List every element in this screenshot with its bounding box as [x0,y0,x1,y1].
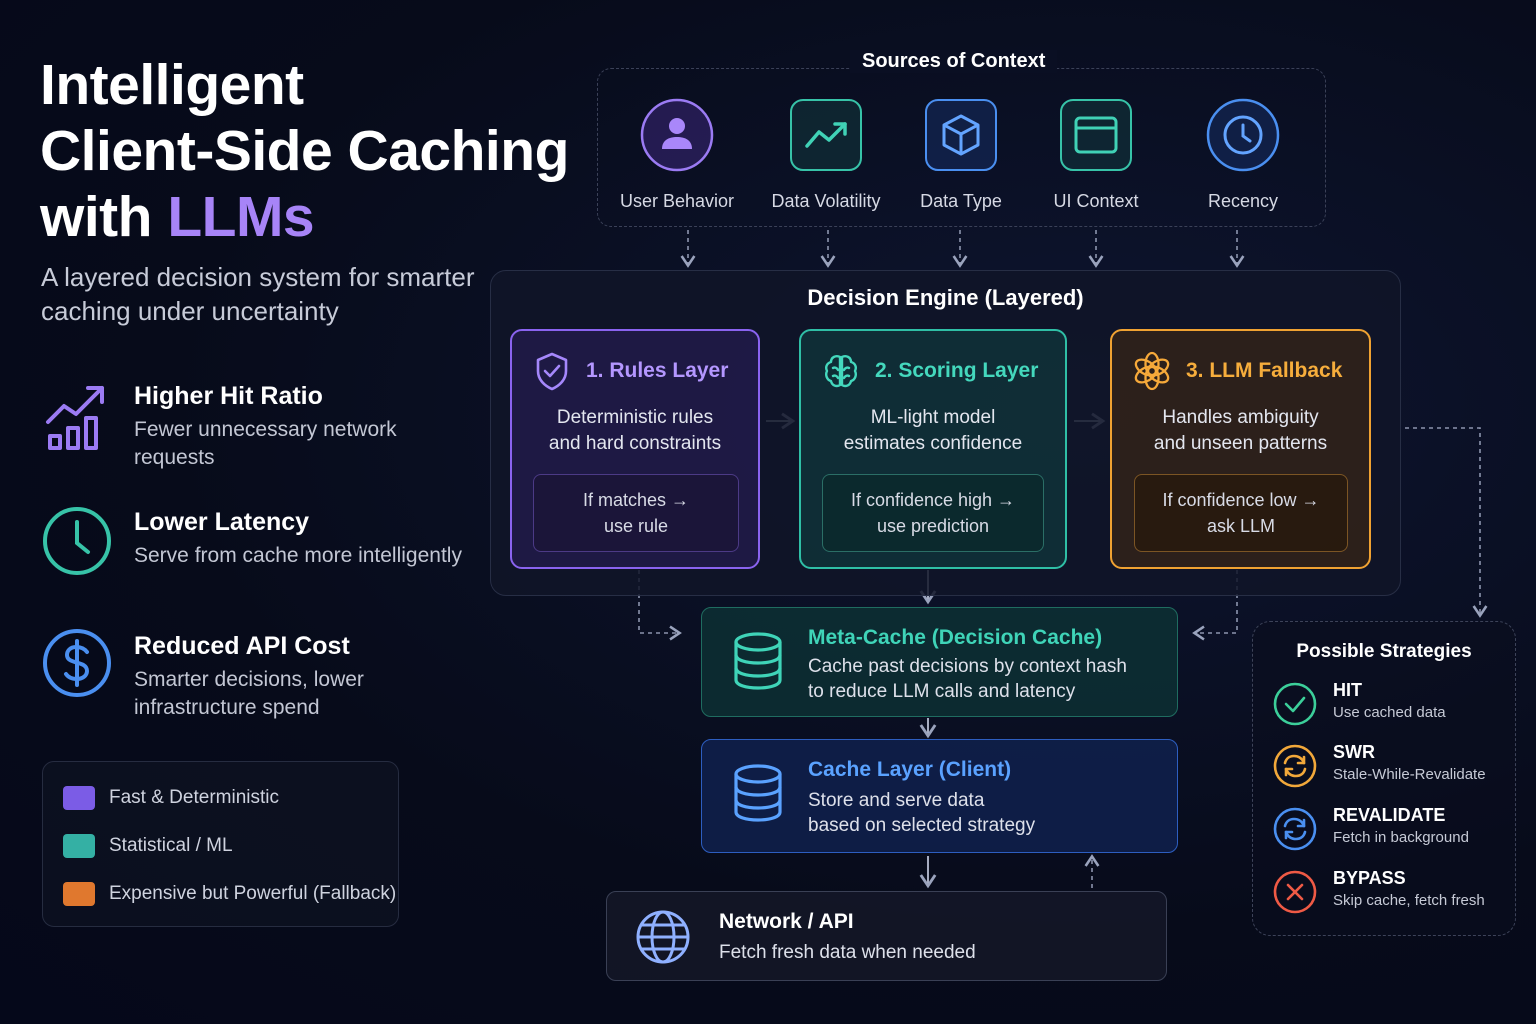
source-label: Recency [1207,191,1279,211]
meta-cache-title: Meta-Cache (Decision Cache) [808,626,1103,649]
globe-icon [636,910,690,964]
network-desc: Fetch fresh data when needed [719,942,976,963]
rules-layer-card: 1. Rules Layer Deterministic rules and h… [510,329,760,569]
condition-line: If matches → [582,490,690,510]
condition-line: ask LLM [1206,516,1276,536]
layer-title: 3. LLM Fallback [1186,359,1343,382]
source-user-behavior: User Behavior [602,98,752,218]
layer-desc-line: Handles ambiguity [1162,407,1319,428]
desc-line: to reduce LLM calls and latency [808,681,1076,702]
source-label: User Behavior [619,191,735,211]
source-label: UI Context [1053,191,1139,211]
scoring-layer-card: 2. Scoring Layer ML-light model estimate… [799,329,1067,569]
desc-line: Store and serve data [808,790,985,811]
source-label: Data Volatility [771,191,881,211]
trend-up-icon [790,99,862,171]
strategy-revalidate: REVALIDATE Fetch in background [1273,805,1513,855]
cache-layer-desc: Store and serve data based on selected s… [808,788,1168,838]
strategy-desc: Stale-While-Revalidate [1333,766,1486,783]
cache-layer-box: Cache Layer (Client) Store and serve dat… [701,739,1178,853]
meta-cache-desc: Cache past decisions by context hash to … [808,654,1168,704]
condition-line: If confidence high → [850,490,1016,510]
layer-desc: ML-light model estimates confidence [801,405,1065,457]
clock-icon [1206,98,1280,172]
network-api-box: Network / API Fetch fresh data when need… [606,891,1167,981]
strategy-hit: HIT Use cached data [1273,680,1513,730]
desc-line: Cache past decisions by context hash [808,656,1127,677]
openai-icon [1134,351,1170,391]
source-data-type: Data Type [886,98,1036,218]
possible-strategies-panel: Possible Strategies HIT Use cached data … [1252,621,1516,936]
network-title: Network / API [719,910,854,933]
layer-title: 1. Rules Layer [586,359,729,382]
sources-title: Sources of Context [850,50,1058,73]
x-circle-icon [1273,870,1317,914]
strategy-name: BYPASS [1333,868,1406,888]
strategy-desc: Fetch in background [1333,829,1469,846]
strategy-bypass: BYPASS Skip cache, fetch fresh [1273,868,1513,918]
strategy-swr: SWR Stale-While-Revalidate [1273,742,1513,792]
layer-desc: Deterministic rules and hard constraints [512,405,758,457]
cube-icon [925,99,997,171]
desc-line: based on selected strategy [808,815,1036,836]
database-icon [734,632,782,690]
window-icon [1060,99,1132,171]
source-data-volatility: Data Volatility [751,98,901,218]
source-recency: Recency [1168,98,1318,218]
refresh-icon [1273,744,1317,788]
strategy-name: REVALIDATE [1333,805,1446,825]
check-circle-icon [1273,682,1317,726]
user-icon [640,98,714,172]
decision-engine-title: Decision Engine (Layered) [807,285,1084,310]
sync-icon [1273,807,1317,851]
layer-desc-line: and hard constraints [548,433,722,454]
condition-line: If confidence low → [1162,490,1320,510]
database-icon [734,764,782,822]
layer-desc-line: estimates confidence [843,433,1023,454]
layer-condition: If confidence low → ask LLM [1134,474,1348,552]
layer-desc-line: and unseen patterns [1153,433,1328,454]
source-label: Data Type [920,191,1002,211]
meta-cache-box: Meta-Cache (Decision Cache) Cache past d… [701,607,1178,717]
layer-condition: If confidence high → use prediction [822,474,1044,552]
shield-check-icon [536,352,568,391]
brain-icon [825,355,857,388]
strategy-desc: Skip cache, fetch fresh [1333,892,1485,909]
cache-layer-title: Cache Layer (Client) [808,758,1012,781]
layer-desc-line: ML-light model [870,407,996,428]
condition-line: use prediction [876,516,990,536]
strategy-name: HIT [1333,680,1362,700]
source-ui-context: UI Context [1021,98,1171,218]
llm-fallback-card: 3. LLM Fallback Handles ambiguity and un… [1110,329,1371,569]
strategies-title: Possible Strategies [1296,641,1472,662]
strategy-desc: Use cached data [1333,704,1446,721]
layer-desc-line: Deterministic rules [556,407,714,428]
condition-line: use rule [603,516,669,536]
layer-title: 2. Scoring Layer [875,359,1039,382]
layer-desc: Handles ambiguity and unseen patterns [1112,405,1369,457]
layer-condition: If matches → use rule [533,474,739,552]
strategy-name: SWR [1333,742,1375,762]
